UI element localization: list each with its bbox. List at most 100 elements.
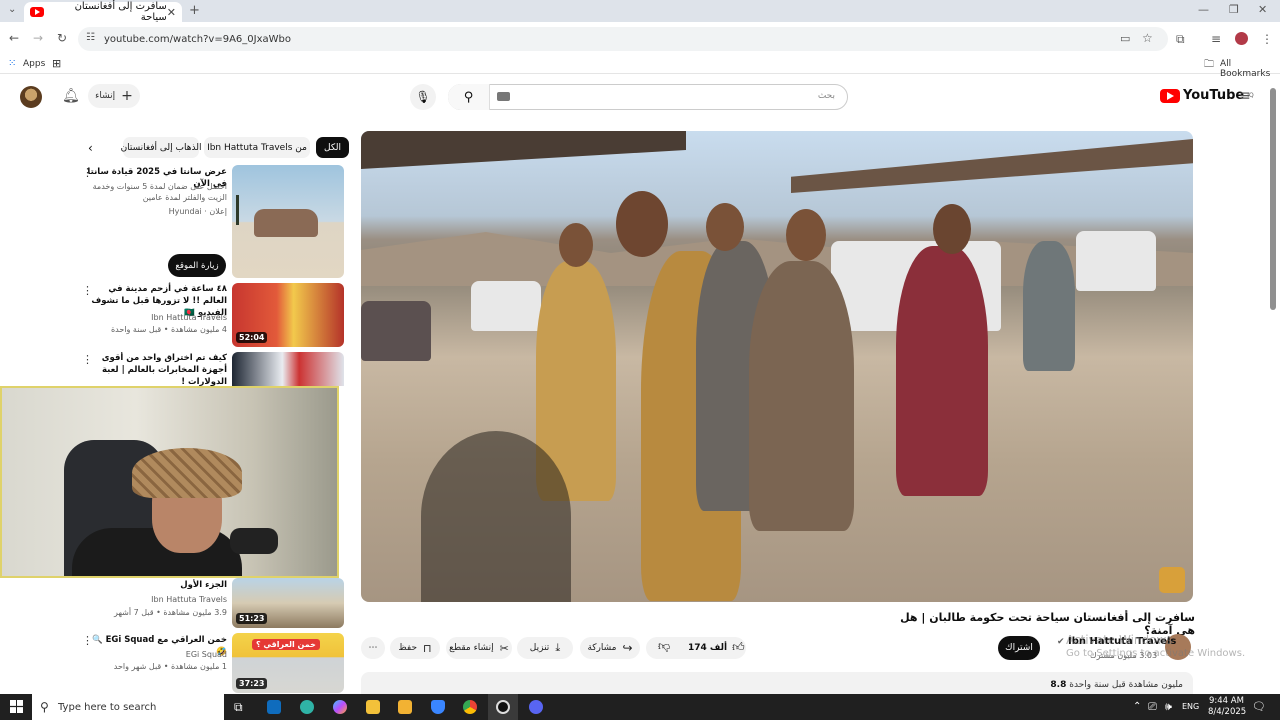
clip-button[interactable]: إنشاء مقطع ✂ — [446, 637, 512, 659]
rec-title: الجزء الأول — [180, 580, 227, 590]
save-button[interactable]: حفظ ⊓ — [390, 637, 440, 659]
site-info-icon[interactable]: ☷ — [86, 33, 95, 43]
rec-thumbnail[interactable] — [232, 352, 344, 386]
rec-item[interactable]: خمن العراقي ؟ 37:23 خمن العراقي مع EGi S… — [82, 633, 344, 693]
discord-icon[interactable] — [529, 700, 543, 714]
all-bookmarks-label[interactable]: All Bookmarks — [1220, 59, 1280, 79]
edge-icon[interactable] — [300, 700, 314, 714]
browser-menu-icon[interactable]: ⋮ — [1261, 33, 1273, 45]
webcam-overlay — [0, 386, 339, 578]
window-close-icon[interactable]: ✕ — [1258, 4, 1267, 15]
ad-thumbnail[interactable] — [232, 165, 344, 278]
dislike-button[interactable]: 👎︎ — [658, 639, 670, 654]
address-bar[interactable]: ☷ youtube.com/watch?v=9A6_0JxaWbo ▭ ☆ — [78, 27, 1168, 51]
cast-icon[interactable]: ▭ — [1120, 33, 1130, 44]
search-button[interactable]: ⚲ — [448, 84, 490, 110]
outlook-icon[interactable] — [267, 700, 281, 714]
restore-icon[interactable]: ❐ — [1229, 4, 1239, 15]
rec-item[interactable]: كيف تم اختراق واحد من أقوى أجهزة المخابر… — [82, 352, 344, 386]
more-options-icon[interactable]: ⋮ — [82, 353, 93, 366]
rec-meta: 4 مليون مشاهدة • قبل سنة واحدة — [110, 325, 227, 334]
guide-menu-icon[interactable]: ≡ — [1239, 89, 1251, 103]
user-avatar[interactable] — [20, 86, 42, 108]
rec-channel[interactable]: EGi Squad — [87, 649, 227, 660]
start-icon[interactable] — [10, 700, 23, 713]
search-icon: ⚲ — [40, 700, 49, 714]
like-count: 174 ألف — [688, 642, 728, 653]
watermark-line2: Go to Settings to activate Windows. — [1066, 648, 1246, 659]
clock-time[interactable]: 9:44 AM — [1209, 696, 1244, 706]
tab-groups-icon[interactable]: ⊞ — [52, 57, 61, 70]
search-icon: ⚲ — [463, 89, 474, 105]
apps-label[interactable]: Apps — [23, 59, 45, 69]
ad-item[interactable]: عرض سانتا في 2025 قيادة سانتا في الآن اح… — [82, 165, 344, 278]
rec-channel[interactable]: Ibn Hattuta Travels — [87, 594, 227, 605]
voice-search-button[interactable]: 🎙︎ — [410, 84, 436, 110]
language-indicator[interactable]: ENG — [1182, 702, 1199, 711]
tab-close-icon[interactable]: ✕ — [167, 6, 176, 19]
rec-item[interactable]: 51:23 الجزء الأول Ibn Hattuta Travels 3.… — [82, 578, 344, 628]
youtube-play-icon — [1160, 88, 1180, 103]
car-image — [254, 209, 318, 237]
extensions-icon[interactable]: ⧉ — [1176, 33, 1185, 45]
bucket-hat — [132, 448, 242, 498]
bookmark-star-icon[interactable]: ☆ — [1142, 32, 1153, 44]
volume-icon[interactable]: 🕪︎ — [1165, 700, 1172, 714]
new-tab-icon[interactable]: + — [189, 4, 200, 17]
task-view-icon[interactable]: ⧉ — [234, 700, 243, 715]
chips-prev-icon[interactable]: ‹ — [88, 141, 93, 155]
microphone — [230, 528, 278, 554]
network-icon[interactable]: ⎚ — [1148, 700, 1157, 714]
chip-all[interactable]: الكل — [316, 137, 350, 158]
rec-thumbnail[interactable]: 52:04 — [232, 283, 344, 347]
tray-overflow-icon[interactable]: ⌃ — [1133, 701, 1141, 712]
create-label: إنشاء — [95, 91, 116, 101]
url-text: youtube.com/watch?v=9A6_0JxaWbo — [104, 33, 291, 45]
copilot-icon[interactable] — [333, 700, 347, 714]
search-input[interactable]: بحث — [448, 84, 848, 110]
apps-icon[interactable]: ⁙ — [8, 58, 16, 69]
search-placeholder: بحث — [817, 91, 835, 101]
more-actions-button[interactable]: ⋯ — [361, 637, 385, 659]
clock-date[interactable]: 8/4/2025 — [1208, 707, 1246, 717]
chip-label: من Ibn Hattuta Travels — [207, 142, 307, 153]
create-button[interactable]: إنشاء + — [88, 84, 140, 108]
store-icon[interactable] — [398, 700, 412, 714]
rec-thumbnail[interactable]: 51:23 — [232, 578, 344, 628]
page-scrollbar[interactable] — [1270, 88, 1276, 310]
reading-list-icon[interactable]: ≡ — [1211, 33, 1221, 45]
visit-site-button[interactable]: زيارة الموقع — [168, 254, 226, 277]
chip-from-channel[interactable]: من Ibn Hattuta Travels — [204, 137, 310, 158]
more-options-icon[interactable]: ⋮ — [82, 284, 93, 297]
chip-label: الذهاب إلى أفغانستان — [120, 142, 202, 153]
chrome-icon[interactable] — [463, 700, 477, 714]
tab-youtube[interactable]: سافرت إلى أفغانستان سياحة ✕ — [24, 1, 182, 23]
notifications-bell-icon[interactable]: 🔔︎ — [62, 89, 80, 103]
video-player[interactable] — [361, 131, 1193, 602]
notifications-icon[interactable]: 🗨︎ — [1252, 700, 1266, 713]
file-explorer-icon[interactable] — [366, 700, 380, 714]
rec-channel[interactable]: Ibn Hattuta Travels — [87, 312, 227, 323]
share-button[interactable]: مشاركة ↪ — [580, 637, 640, 659]
chip-afghanistan[interactable]: الذهاب إلى أفغانستان — [120, 137, 202, 158]
defender-icon[interactable] — [431, 700, 445, 714]
back-icon[interactable]: ← — [9, 32, 19, 44]
download-button[interactable]: تنزيل ⤓ — [517, 637, 573, 659]
more-options-icon[interactable]: ⋮ — [82, 166, 93, 179]
obs-icon[interactable] — [496, 700, 510, 714]
reload-icon[interactable]: ↻ — [57, 32, 67, 44]
verified-icon: ✔ — [1057, 637, 1065, 647]
channel-watermark-icon[interactable] — [1159, 567, 1185, 593]
profile-avatar[interactable] — [1235, 32, 1248, 45]
tab-search-icon[interactable]: ⌄ — [8, 5, 16, 15]
more-options-icon[interactable]: ⋮ — [82, 634, 93, 647]
subscribe-button[interactable]: اشتراك — [998, 636, 1040, 660]
minimize-icon[interactable]: — — [1198, 4, 1209, 15]
forward-icon[interactable]: → — [33, 32, 43, 44]
save-label: حفظ — [398, 643, 418, 653]
rec-thumbnail[interactable]: خمن العراقي ؟ 37:23 — [232, 633, 344, 693]
keyboard-icon[interactable] — [497, 92, 510, 101]
like-button[interactable]: 174 ألف 👍︎ — [688, 640, 745, 655]
taskbar-search-input[interactable]: ⚲ Type here to search — [32, 694, 224, 720]
rec-item[interactable]: 52:04 ٤٨ ساعة في أزحم مدينة في العالم !!… — [82, 283, 344, 347]
